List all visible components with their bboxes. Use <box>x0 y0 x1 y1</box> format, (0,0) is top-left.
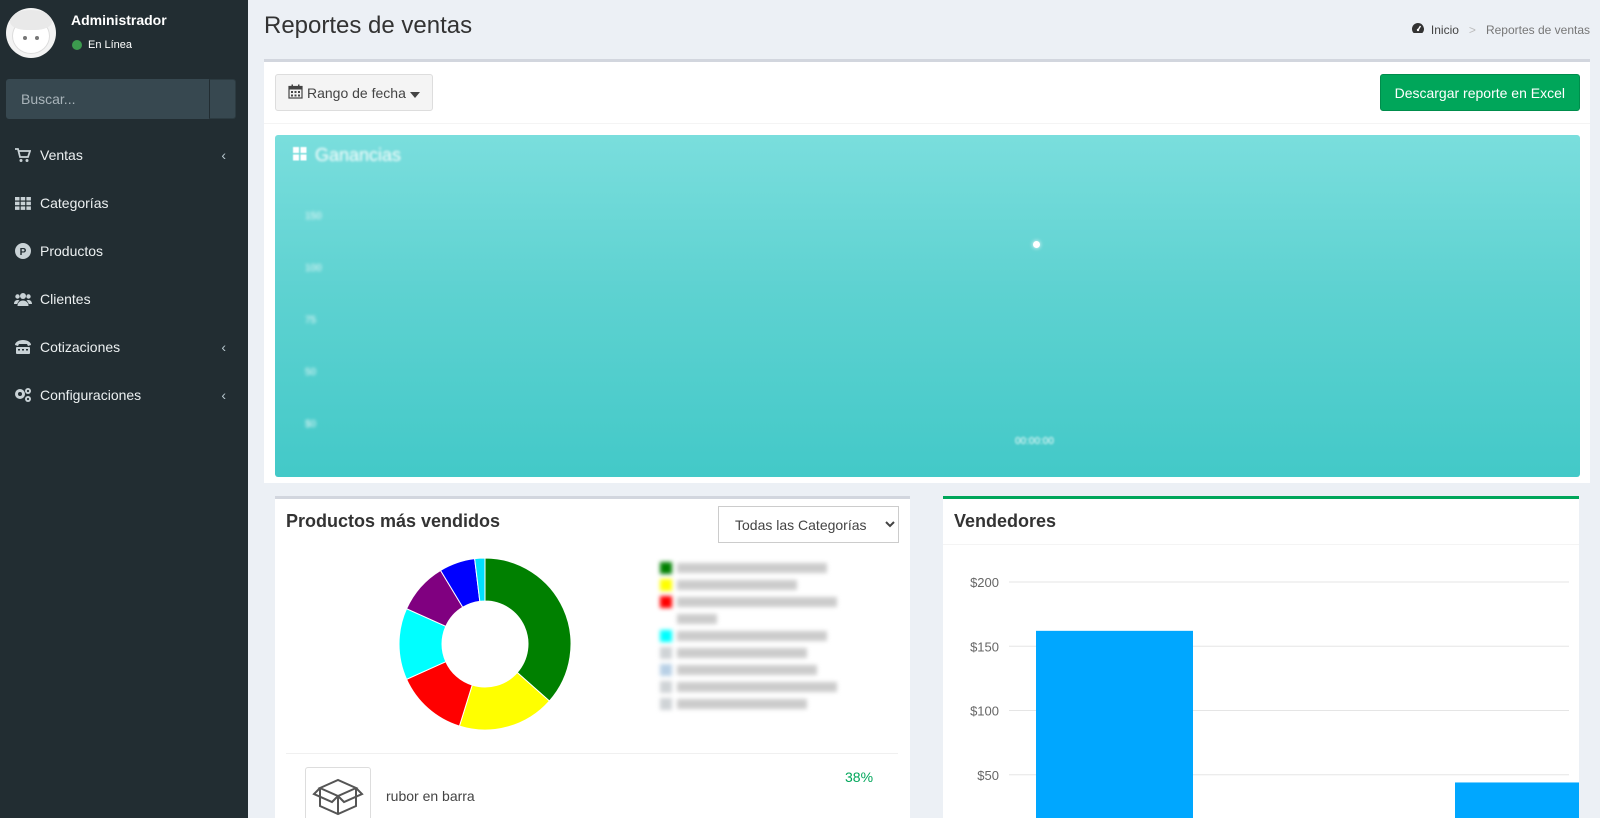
daterange-button[interactable]: Rango de fecha <box>275 74 433 111</box>
user-panel: Administrador En Línea <box>6 8 246 60</box>
fax-icon <box>14 338 32 356</box>
products-donut-chart <box>398 557 572 731</box>
chevron-left-icon: ‹ <box>221 339 226 355</box>
legend-swatch <box>660 681 672 693</box>
sidebar-item-label: Ventas <box>40 147 83 163</box>
legend-item <box>660 574 860 591</box>
sidebar-item-clientes[interactable]: Clientes <box>0 275 248 323</box>
sidebar-item-cotizaciones[interactable]: Cotizaciones ‹ <box>0 323 248 371</box>
cart-icon <box>14 146 32 164</box>
legend-item <box>660 642 860 659</box>
breadcrumb-home-link[interactable]: Inicio <box>1431 23 1459 37</box>
report-toolbar: Rango de fecha Descargar reporte en Exce… <box>264 62 1590 124</box>
legend-swatch <box>660 562 672 574</box>
divider <box>943 544 1579 545</box>
legend-swatch <box>660 579 672 591</box>
y-tick-label: $200 <box>970 575 999 590</box>
y-tick-label: 75 <box>305 315 317 326</box>
earnings-data-point <box>1033 241 1040 248</box>
caret-down-icon <box>409 85 420 101</box>
page-title: Reportes de ventas <box>264 12 473 39</box>
seller-bar <box>1455 782 1579 818</box>
legend-item <box>660 693 860 710</box>
y-tick-label: $100 <box>970 704 999 719</box>
sidebar-item-categorias[interactable]: Categorías <box>0 179 248 227</box>
y-tick-label: 100 <box>305 263 322 274</box>
y-tick-label: $150 <box>970 639 999 654</box>
user-status: En Línea <box>71 39 132 51</box>
sidebar-item-productos[interactable]: P Productos <box>0 227 248 275</box>
legend-item <box>660 591 860 608</box>
divider <box>286 753 898 754</box>
grid-icon <box>293 147 307 161</box>
sellers-bar-chart: $200 $150 $100 $50 <box>970 575 1579 818</box>
legend-item <box>660 625 860 642</box>
sidebar-item-ventas[interactable]: Ventas ‹ <box>0 131 248 179</box>
product-percent: 38% <box>845 769 874 785</box>
sellers-box: Vendedores $200 $150 $100 $50 <box>943 496 1579 818</box>
y-tick-label: $50 <box>977 768 999 783</box>
legend-swatch <box>660 613 672 625</box>
donut-slice <box>484 557 572 702</box>
gears-icon <box>14 386 32 404</box>
breadcrumb-separator: > <box>1468 22 1476 37</box>
sidebar-item-label: Productos <box>40 243 104 259</box>
legend-item <box>660 659 860 676</box>
breadcrumb-current: Reportes de ventas <box>1485 22 1590 37</box>
avatar-eye <box>23 36 27 40</box>
x-tick-label: 00:00:00 <box>1015 436 1054 447</box>
user-status-label: En Línea <box>88 39 133 51</box>
sidebar-search <box>6 79 236 119</box>
earnings-title: Ganancias <box>315 145 402 165</box>
y-tick-label: 150 <box>305 211 322 222</box>
breadcrumb: Inicio > Reportes de ventas <box>1411 22 1590 37</box>
product-thumbnail <box>305 767 371 818</box>
user-name: Administrador <box>71 12 167 28</box>
svg-text:P: P <box>20 247 27 258</box>
seller-bar <box>1036 630 1193 818</box>
legend-item <box>660 557 860 574</box>
category-select[interactable]: Todas las Categorías <box>718 506 899 543</box>
legend-swatch <box>660 664 672 676</box>
users-icon <box>14 290 32 308</box>
search-button[interactable] <box>209 79 236 119</box>
avatar-eye <box>35 36 39 40</box>
chevron-left-icon: ‹ <box>221 387 226 403</box>
legend-swatch <box>660 647 672 659</box>
top-products-title: Productos más vendidos <box>286 511 501 531</box>
online-status-icon <box>72 40 82 50</box>
sidebar-item-configuraciones[interactable]: Configuraciones ‹ <box>0 371 248 419</box>
report-box: Rango de fecha Descargar reporte en Exce… <box>264 59 1590 483</box>
dashboard-icon <box>1411 22 1425 37</box>
product-p-icon: P <box>14 242 32 260</box>
chevron-left-icon: ‹ <box>221 147 226 163</box>
sidebar: Administrador En Línea Ventas ‹ Categorí… <box>0 0 248 818</box>
legend-swatch <box>660 698 672 710</box>
download-excel-button[interactable]: Descargar reporte en Excel <box>1379 74 1580 111</box>
legend-swatch <box>660 596 672 608</box>
sidebar-item-label: Clientes <box>40 291 91 307</box>
sellers-title: Vendedores <box>954 511 1057 531</box>
legend-item <box>660 676 860 693</box>
sidebar-item-label: Categorías <box>40 195 109 211</box>
box-icon <box>312 778 364 816</box>
sidebar-item-label: Cotizaciones <box>40 339 121 355</box>
calendar-icon <box>288 84 303 102</box>
y-tick-label: 50 <box>305 367 317 378</box>
earnings-chart: Ganancias 150 100 75 50 $0 00:00:00 <box>275 135 1580 477</box>
daterange-label: Rango de fecha <box>307 84 406 101</box>
y-tick-label: $0 <box>305 419 317 430</box>
avatar <box>6 8 56 58</box>
search-input[interactable] <box>6 79 209 119</box>
product-name: rubor en barra <box>386 788 475 804</box>
avatar-hair <box>10 10 52 30</box>
legend-item <box>660 608 860 625</box>
products-legend <box>660 557 860 710</box>
sidebar-item-label: Configuraciones <box>40 387 142 403</box>
sidebar-menu: Ventas ‹ Categorías P Productos Clientes <box>0 131 248 419</box>
legend-swatch <box>660 630 672 642</box>
grid-icon <box>14 194 32 212</box>
top-products-box: Productos más vendidos Todas las Categor… <box>275 496 910 818</box>
